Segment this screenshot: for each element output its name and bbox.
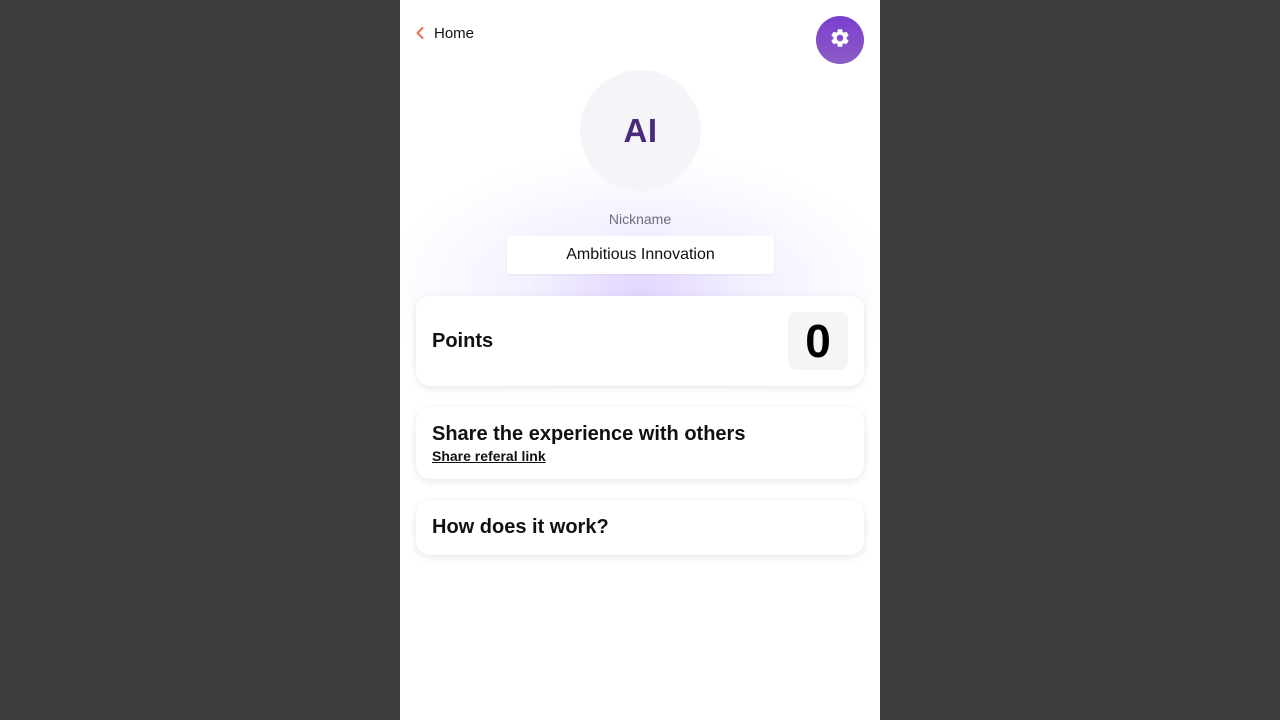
nickname-label: Nickname [608,211,672,227]
gear-icon [829,27,851,54]
share-referral-link[interactable]: Share referal link [432,448,546,464]
points-value: 0 [805,315,831,367]
nickname-input[interactable] [507,236,774,274]
back-label: Home [434,24,475,42]
points-value-box: 0 [788,312,848,370]
settings-button[interactable] [816,16,864,64]
share-title: Share the experience with others [432,423,746,445]
avatar-initials: AI [623,111,658,149]
app-screen: Home AI Nickname Points 0 Share the expe… [400,0,880,720]
share-card: Share the experience with others Share r… [416,407,864,479]
back-home-link[interactable]: Home [416,22,474,44]
avatar: AI [580,70,701,191]
how-it-works-card[interactable]: How does it work? [416,500,864,555]
how-it-works-title: How does it work? [432,516,609,538]
points-card: Points 0 [416,296,864,386]
points-label: Points [432,330,494,352]
chevron-left-icon [416,27,424,39]
